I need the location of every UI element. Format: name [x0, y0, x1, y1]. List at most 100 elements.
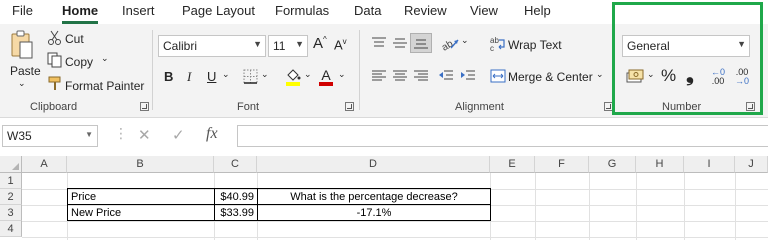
column-header-i[interactable]: I	[684, 156, 735, 173]
font-color-letter: A	[321, 67, 331, 83]
decrease-font-size-button[interactable]: Av	[334, 37, 347, 52]
gridline	[22, 221, 768, 222]
cell-b3[interactable]: New Price	[67, 204, 215, 221]
font-dialog-launcher-icon[interactable]	[345, 102, 354, 111]
decrease-font-letter: A	[334, 37, 343, 53]
align-top-icon[interactable]	[371, 36, 387, 50]
paste-button[interactable]: Paste	[10, 64, 41, 78]
column-header-j[interactable]: J	[735, 156, 768, 173]
enter-icon[interactable]: ✓	[172, 126, 185, 144]
scissors-icon[interactable]	[47, 30, 63, 46]
underline-button[interactable]: U	[207, 69, 216, 84]
gridline	[535, 173, 536, 240]
cut-button[interactable]: Cut	[65, 32, 84, 46]
number-group-highlight	[612, 2, 763, 115]
column-header-f[interactable]: F	[535, 156, 589, 173]
row-header-2[interactable]: 2	[0, 189, 22, 205]
gridline	[636, 173, 637, 240]
font-size-value: 11	[273, 39, 286, 53]
tab-page-layout[interactable]: Page Layout	[182, 3, 255, 18]
format-painter-button[interactable]: Format Painter	[65, 79, 144, 93]
bold-button[interactable]: B	[164, 69, 173, 84]
copy-icon[interactable]	[47, 52, 63, 68]
decrease-indent-icon[interactable]	[438, 69, 454, 83]
column-header-a[interactable]: A	[22, 156, 67, 173]
align-left-icon[interactable]	[371, 69, 387, 83]
copy-button[interactable]: Copy	[65, 55, 93, 69]
name-box-value: W35	[7, 129, 32, 143]
tab-insert[interactable]: Insert	[122, 3, 155, 18]
group-separator	[152, 30, 153, 110]
merge-center-icon[interactable]	[490, 69, 506, 83]
borders-icon[interactable]	[243, 69, 258, 84]
column-header-d[interactable]: D	[257, 156, 490, 173]
row-header-3[interactable]: 3	[0, 205, 22, 221]
tab-home[interactable]: Home	[62, 3, 98, 18]
row-header-4[interactable]: 4	[0, 221, 22, 237]
cell-d2[interactable]: What is the percentage decrease?	[257, 188, 491, 205]
orientation-chevron-down-icon[interactable]: ⌄	[461, 35, 469, 46]
tab-review[interactable]: Review	[404, 3, 447, 18]
tab-formulas[interactable]: Formulas	[275, 3, 329, 18]
tab-file[interactable]: File	[12, 3, 33, 18]
column-header-b[interactable]: B	[67, 156, 214, 173]
column-header-h[interactable]: H	[636, 156, 684, 173]
merge-center-button[interactable]: Merge & Center	[508, 70, 593, 84]
underline-chevron-down-icon[interactable]: ⌄	[222, 69, 230, 80]
wrap-text-button[interactable]: Wrap Text	[508, 38, 562, 52]
cell-b2[interactable]: Price	[67, 188, 215, 205]
borders-chevron-down-icon[interactable]: ⌄	[261, 69, 269, 80]
tab-data[interactable]: Data	[354, 3, 381, 18]
align-bottom-icon[interactable]	[410, 33, 432, 53]
column-header-c[interactable]: C	[214, 156, 257, 173]
chevron-down-icon: ▼	[85, 130, 93, 139]
font-size-select[interactable]: 11 ▼	[268, 35, 308, 57]
font-family-value: Calibri	[163, 39, 198, 53]
group-separator	[359, 30, 360, 110]
align-center-icon[interactable]	[392, 69, 408, 83]
orientation-icon[interactable]: ab	[440, 34, 460, 52]
row-header-1[interactable]: 1	[0, 173, 22, 189]
formula-input[interactable]	[237, 125, 768, 147]
paste-chevron-down-icon[interactable]: ⌄	[18, 78, 26, 89]
select-all-corner[interactable]	[0, 156, 22, 173]
font-color-button[interactable]: A	[318, 67, 334, 87]
chevron-down-icon: ▼	[253, 39, 262, 49]
more-options-icon: ⋮	[114, 125, 128, 141]
worksheet-grid: A B C D E F G H I J 1 2 3 4 Price $40.99…	[0, 156, 768, 240]
align-right-icon[interactable]	[413, 69, 429, 83]
tab-help[interactable]: Help	[524, 3, 551, 18]
paste-icon[interactable]	[10, 30, 34, 60]
increase-font-letter: A	[313, 35, 324, 52]
increase-indent-icon[interactable]	[460, 69, 476, 83]
gridline	[22, 237, 768, 238]
font-family-select[interactable]: Calibri ▼	[158, 35, 266, 57]
insert-function-button[interactable]: fx	[206, 125, 218, 143]
tab-view[interactable]: View	[470, 3, 498, 18]
cell-d3[interactable]: -17.1%	[257, 204, 491, 221]
font-color-chevron-down-icon[interactable]: ⌄	[338, 69, 346, 80]
gridline	[735, 173, 736, 240]
svg-text:c: c	[490, 44, 494, 52]
gridline	[589, 173, 590, 240]
formula-bar: W35 ▼ ⋮ ✕ ✓ fx	[0, 121, 768, 153]
increase-font-size-button[interactable]: A^	[313, 35, 327, 52]
merge-center-chevron-down-icon[interactable]: ⌄	[596, 69, 604, 80]
wrap-text-icon[interactable]: ab c	[490, 36, 506, 52]
cancel-icon[interactable]: ✕	[138, 126, 151, 144]
column-header-g[interactable]: G	[589, 156, 636, 173]
fill-color-icon[interactable]	[284, 67, 302, 87]
italic-button[interactable]: I	[187, 69, 191, 85]
cell-c3[interactable]: $33.99	[214, 204, 258, 221]
clipboard-group-label: Clipboard	[30, 101, 78, 113]
name-box[interactable]: W35 ▼	[2, 125, 98, 147]
fill-color-chevron-down-icon[interactable]: ⌄	[304, 69, 312, 80]
clipboard-dialog-launcher-icon[interactable]	[140, 102, 149, 111]
cell-c2[interactable]: $40.99	[214, 188, 258, 205]
align-middle-icon[interactable]	[392, 36, 408, 50]
column-header-e[interactable]: E	[490, 156, 535, 173]
copy-chevron-down-icon[interactable]: ⌄	[101, 53, 109, 64]
format-painter-icon[interactable]	[47, 75, 63, 91]
gridline	[684, 173, 685, 240]
alignment-group-label: Alignment	[455, 101, 504, 113]
